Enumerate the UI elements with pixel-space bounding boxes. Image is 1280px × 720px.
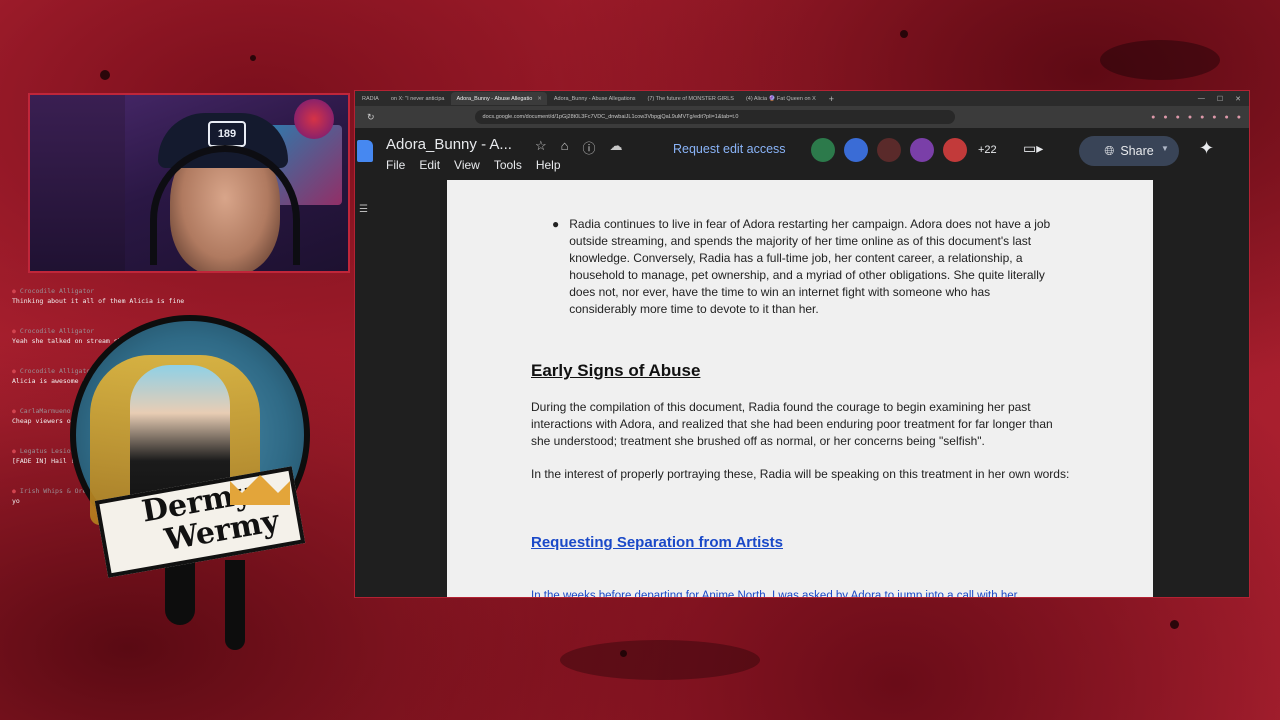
browser-tab[interactable]: Adora_Bunny - Abuse Allegations	[549, 92, 641, 105]
chat-username: Crocodile Alligator	[12, 287, 342, 295]
reload-icon[interactable]: ↻	[367, 112, 375, 123]
title-icons: ☆ ⌂ ⓘ ☁	[535, 138, 623, 157]
channel-logo: Dermy Wermy	[50, 315, 320, 650]
hat-logo: 189	[208, 121, 246, 147]
tab-label: on X: "I never anticipa	[390, 95, 445, 102]
globe-icon: 🌐︎	[1104, 143, 1115, 158]
viewer-avatar[interactable]	[877, 138, 901, 162]
section-heading: Early Signs of Abuse	[531, 361, 701, 380]
document-area: ☰ ● Radia continues to live in fear of A…	[355, 180, 1249, 598]
viewer-avatars: +22	[811, 138, 997, 162]
tab-bar: RADIA on X: "I never anticipa Adora_Bunn…	[355, 91, 1249, 106]
browser-tab-active[interactable]: Adora_Bunny - Abuse Allegatio ✕	[451, 92, 547, 105]
extension-icon[interactable]: ●	[1225, 114, 1229, 121]
extension-icon[interactable]: ●	[1200, 114, 1204, 121]
close-window-icon[interactable]: ✕	[1235, 95, 1241, 103]
webcam-feed: 189	[28, 93, 350, 273]
minimize-icon[interactable]: —	[1198, 95, 1205, 103]
menu-view[interactable]: View	[454, 158, 480, 172]
url-field[interactable]: docs.google.com/document/d/1pGj28t0L3Fc7…	[474, 110, 955, 124]
gemini-sparkle-icon[interactable]: ✦	[1199, 138, 1214, 159]
tab-label: Adora_Bunny - Abuse Allegations	[553, 95, 636, 102]
extension-icon[interactable]: ●	[1176, 114, 1180, 121]
browser-window: RADIA on X: "I never anticipa Adora_Bunn…	[354, 90, 1250, 598]
meet-icon[interactable]: ▭▸	[1023, 140, 1043, 157]
extension-icon[interactable]: ●	[1237, 114, 1241, 121]
document-title[interactable]: Adora_Bunny - A...	[386, 136, 512, 153]
cloud-status-icon[interactable]: ☁	[610, 138, 623, 157]
star-icon[interactable]: ☆	[535, 138, 547, 157]
webcam-shelf	[30, 95, 125, 271]
docs-menu-bar: File Edit View Tools Help	[386, 158, 561, 172]
extension-icon[interactable]: ●	[1151, 114, 1155, 121]
menu-help[interactable]: Help	[536, 158, 561, 172]
share-label: Share	[1120, 144, 1154, 158]
extension-icon[interactable]: ●	[1212, 114, 1216, 121]
menu-file[interactable]: File	[386, 158, 405, 172]
paragraph-cut-off: In the weeks before departing for Anime …	[531, 590, 1018, 598]
docs-logo-icon[interactable]	[357, 140, 373, 162]
info-icon[interactable]: ⓘ	[583, 138, 596, 157]
url-text: docs.google.com/document/d/1pGj28t0L3Fc7…	[482, 114, 739, 120]
chat-message: Crocodile Alligator Thinking about it al…	[12, 287, 342, 305]
more-viewers-count[interactable]: +22	[978, 144, 997, 156]
address-bar-row: ↻ docs.google.com/document/d/1pGj28t0L3F…	[355, 106, 1249, 128]
move-icon[interactable]: ⌂	[561, 138, 569, 157]
browser-tab[interactable]: (4) Alicia 🔮 Fat Queen on X	[741, 92, 821, 105]
tab-label: Adora_Bunny - Abuse Allegatio	[456, 95, 533, 102]
tab-label: RADIA	[362, 95, 379, 102]
bullet-dot: ●	[552, 217, 560, 231]
paragraph: During the compilation of this document,…	[531, 400, 1053, 448]
paragraph: In the interest of properly portraying t…	[531, 467, 1070, 481]
maximize-icon[interactable]: ☐	[1217, 95, 1223, 103]
viewer-avatar[interactable]	[811, 138, 835, 162]
section-heading-link[interactable]: Requesting Separation from Artists	[531, 534, 783, 551]
bullet-text: Radia continues to live in fear of Adora…	[569, 217, 1051, 316]
chat-text: Thinking about it all of them Alicia is …	[12, 297, 185, 305]
browser-tab[interactable]: on X: "I never anticipa	[386, 92, 450, 105]
menu-tools[interactable]: Tools	[494, 158, 522, 172]
new-tab-icon[interactable]: +	[823, 94, 840, 104]
extension-icon[interactable]: ●	[1163, 114, 1167, 121]
tab-label: (4) Alicia 🔮 Fat Queen on X	[745, 95, 816, 102]
logo-drip	[225, 560, 245, 650]
window-controls: — ☐ ✕	[1198, 95, 1249, 103]
browser-tab[interactable]: RADIA	[357, 92, 384, 105]
document-page[interactable]: ● Radia continues to live in fear of Ado…	[447, 180, 1153, 598]
viewer-avatar[interactable]	[943, 138, 967, 162]
extension-icon[interactable]: ●	[1188, 114, 1192, 121]
browser-tab[interactable]: (7) The future of MONSTER GIRLS	[643, 92, 739, 105]
request-edit-access-button[interactable]: Request edit access	[673, 142, 786, 156]
viewer-avatar[interactable]	[844, 138, 868, 162]
chevron-down-icon[interactable]: ▼	[1161, 144, 1169, 153]
menu-edit[interactable]: Edit	[419, 158, 440, 172]
extension-icons: ● ● ● ● ● ● ● ●	[1151, 114, 1249, 121]
viewer-avatar[interactable]	[910, 138, 934, 162]
outline-icon[interactable]: ☰	[359, 204, 368, 215]
bullet-item: ● Radia continues to live in fear of Ado…	[552, 216, 1052, 318]
tab-label: (7) The future of MONSTER GIRLS	[647, 95, 734, 102]
close-tab-icon[interactable]: ✕	[537, 96, 542, 102]
webcam-badge	[294, 99, 334, 139]
